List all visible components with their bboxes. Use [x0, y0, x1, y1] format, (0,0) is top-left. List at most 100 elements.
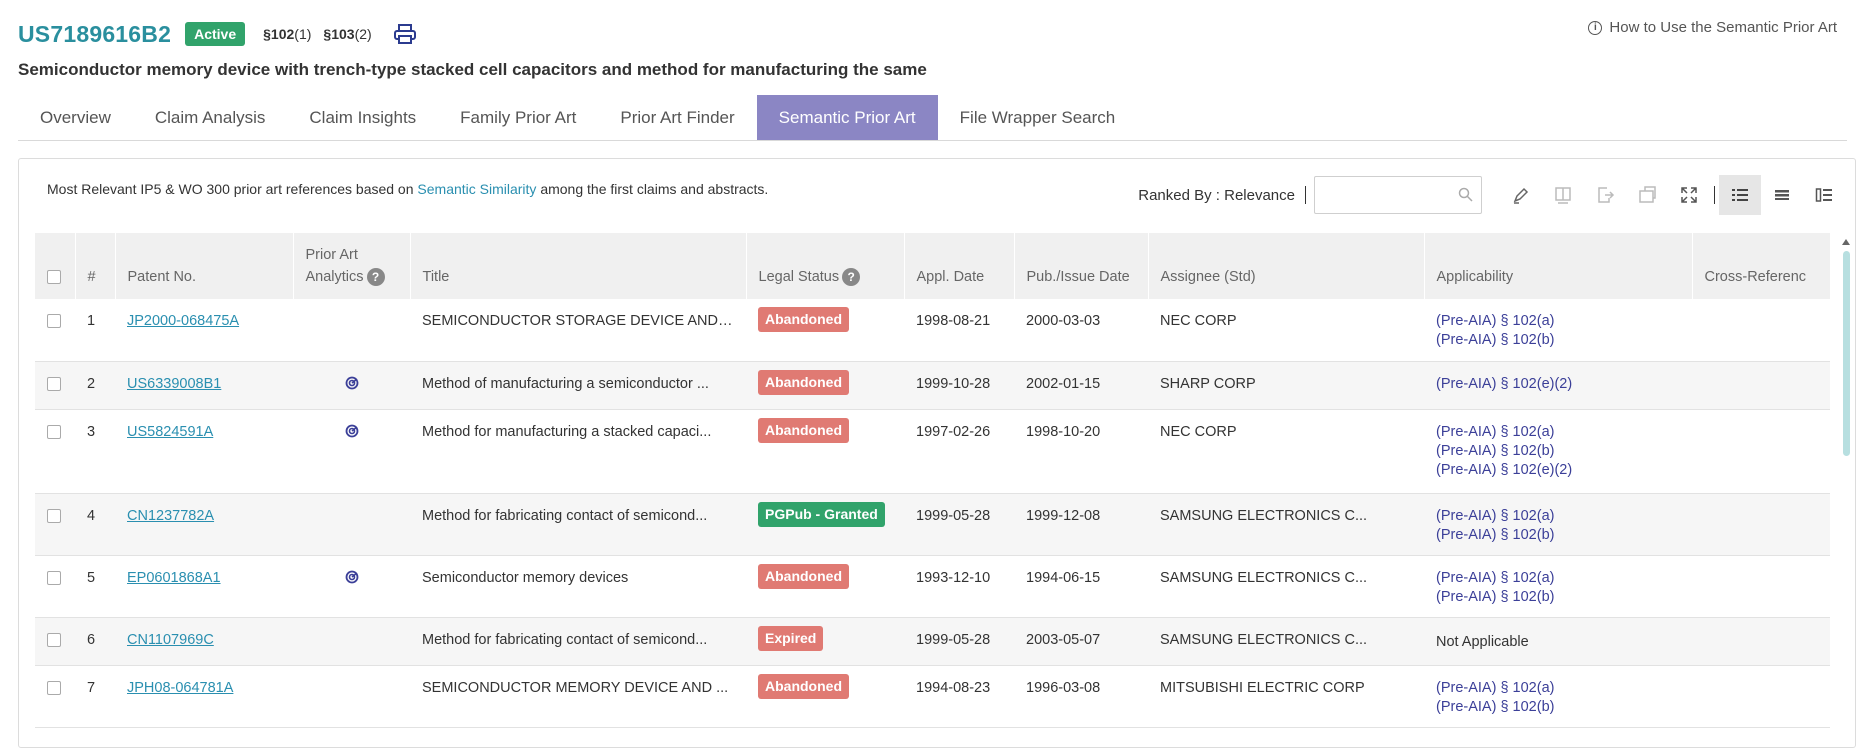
- cross-ref-cell: [1692, 299, 1830, 362]
- save-icon[interactable]: [1626, 175, 1668, 215]
- results-search-input[interactable]: [1321, 178, 1461, 212]
- patent-number-cell: CN1237782A: [115, 493, 293, 556]
- col-patent-no-header[interactable]: Patent No.: [115, 233, 294, 299]
- table-row[interactable]: 7 JPH08-064781A SEMICONDUCTOR MEMORY DEVIC…: [35, 665, 1830, 728]
- applicability-link[interactable]: (Pre-AIA) § 102(b): [1436, 526, 1680, 545]
- col-appl-date-header[interactable]: Appl. Date: [904, 233, 1015, 299]
- highlight-pen-icon[interactable]: [1500, 175, 1542, 215]
- title-cell[interactable]: Method for fabricating contact of semico…: [410, 617, 746, 666]
- applicability-link[interactable]: (Pre-AIA) § 102(a): [1436, 312, 1680, 331]
- legal-status-badge: Abandoned: [758, 307, 849, 332]
- table-row[interactable]: 3 US5824591A Method for manufacturing a st…: [35, 409, 1830, 494]
- export-icon[interactable]: [1584, 175, 1626, 215]
- tab-claim-insights[interactable]: Claim Insights: [287, 95, 438, 140]
- detail-view-icon[interactable]: [1803, 175, 1845, 215]
- analytics-cell: [293, 361, 410, 410]
- table-row[interactable]: 6 CN1107969C Method for fabricating contac…: [35, 617, 1830, 666]
- analytics-icon[interactable]: [345, 424, 359, 440]
- patent-number-link[interactable]: US5824591A: [127, 424, 213, 440]
- select-all-checkbox[interactable]: [47, 270, 61, 285]
- patent-number-link[interactable]: CN1237782A: [127, 508, 214, 524]
- applicability-link[interactable]: (Pre-AIA) § 102(a): [1436, 507, 1680, 526]
- search-icon[interactable]: [1458, 187, 1473, 207]
- tab-family-prior-art[interactable]: Family Prior Art: [438, 95, 598, 140]
- col-legal-status-header[interactable]: Legal Status?: [746, 233, 905, 299]
- analytics-header-line2: Analytics: [305, 269, 364, 285]
- expand-icon[interactable]: [1668, 175, 1710, 215]
- legal-status-cell: Abandoned: [746, 409, 904, 494]
- row-number: 2: [75, 361, 115, 410]
- title-cell[interactable]: Semiconductor memory devices: [410, 555, 746, 618]
- applicability-link[interactable]: (Pre-AIA) § 102(b): [1436, 698, 1680, 717]
- tab-semantic-prior-art[interactable]: Semantic Prior Art: [756, 95, 938, 140]
- row-checkbox[interactable]: [47, 680, 61, 695]
- assignee-cell: SAMSUNG ELECTRONICS C...: [1148, 493, 1424, 556]
- status-badge: Active: [185, 22, 246, 46]
- legal-status-badge: Abandoned: [758, 563, 849, 589]
- title-cell[interactable]: Method for fabricating contact of semico…: [410, 493, 746, 556]
- semantic-similarity-link[interactable]: Semantic Similarity: [417, 181, 536, 197]
- patent-number-link[interactable]: US6339008B1: [127, 376, 221, 392]
- analytics-icon[interactable]: [345, 570, 359, 586]
- legal-status-badge: Abandoned: [758, 369, 849, 395]
- compact-view-icon[interactable]: [1761, 175, 1803, 215]
- title-cell[interactable]: SEMICONDUCTOR MEMORY DEVICE AND ...: [410, 665, 746, 728]
- applicability-link[interactable]: (Pre-AIA) § 102(e)(2): [1436, 375, 1680, 394]
- title-cell[interactable]: SEMICONDUCTOR STORAGE DEVICE AND I...: [410, 299, 746, 362]
- applicability-cell: (Pre-AIA) § 102(a) (Pre-AIA) § 102(b) (Pre…: [1424, 409, 1692, 494]
- row-checkbox[interactable]: [47, 424, 61, 439]
- col-assignee-header[interactable]: Assignee (Std): [1148, 233, 1425, 299]
- tab-claim-analysis[interactable]: Claim Analysis: [133, 95, 288, 140]
- vertical-scrollbar-thumb[interactable]: [1843, 251, 1850, 456]
- tab-prior-art-finder[interactable]: Prior Art Finder: [598, 95, 756, 140]
- applicability-link[interactable]: (Pre-AIA) § 102(a): [1436, 679, 1680, 698]
- scroll-up-arrow[interactable]: [1842, 239, 1850, 245]
- analytics-cell: [293, 665, 410, 728]
- applicability-link[interactable]: (Pre-AIA) § 102(b): [1436, 588, 1680, 607]
- results-search-box: [1314, 176, 1482, 214]
- table-row[interactable]: 4 CN1237782A Method for fabricating contac…: [35, 493, 1830, 556]
- col-num-header: #: [75, 233, 116, 299]
- help-question-icon[interactable]: ?: [842, 268, 861, 287]
- row-checkbox[interactable]: [47, 570, 61, 585]
- patent-number-link[interactable]: JP2000-068475A: [127, 313, 239, 329]
- sec102-counter[interactable]: §102(1): [263, 26, 311, 42]
- row-number: 6: [75, 617, 115, 666]
- row-checkbox[interactable]: [47, 508, 61, 523]
- row-checkbox[interactable]: [47, 632, 61, 647]
- analytics-icon[interactable]: [345, 376, 359, 392]
- col-cross-ref-header[interactable]: Cross-Referenc: [1692, 233, 1830, 299]
- col-title-header[interactable]: Title: [410, 233, 747, 299]
- patent-number-link[interactable]: EP0601868A1: [127, 570, 221, 586]
- row-checkbox[interactable]: [47, 314, 61, 329]
- col-applicability-header[interactable]: Applicability: [1424, 233, 1693, 299]
- applicability-link[interactable]: (Pre-AIA) § 102(a): [1436, 423, 1680, 442]
- applicability-link[interactable]: (Pre-AIA) § 102(b): [1436, 331, 1680, 350]
- help-link[interactable]: i How to Use the Semantic Prior Art: [1588, 19, 1837, 36]
- patent-number-link[interactable]: JPH08-064781A: [127, 680, 233, 696]
- title-cell[interactable]: Method of manufacturing a semiconductor …: [410, 361, 746, 410]
- table-row[interactable]: 1 JP2000-068475A SEMICONDUCTOR STORAGE DEV…: [35, 299, 1830, 362]
- applicability-link[interactable]: (Pre-AIA) § 102(e)(2): [1436, 461, 1680, 480]
- printer-icon[interactable]: [393, 23, 416, 45]
- book-icon[interactable]: [1542, 175, 1584, 215]
- applicability-link[interactable]: (Pre-AIA) § 102(b): [1436, 442, 1680, 461]
- col-pub-date-header[interactable]: Pub./Issue Date: [1014, 233, 1149, 299]
- pub-date-cell: 1998-10-20: [1014, 409, 1148, 494]
- legal-status-badge: PGPub - Granted: [758, 501, 885, 527]
- row-checkbox[interactable]: [47, 376, 61, 391]
- ranked-by-selector[interactable]: Ranked By : Relevance: [1138, 187, 1295, 204]
- applicability-cell: (Pre-AIA) § 102(a) (Pre-AIA) § 102(b): [1424, 665, 1692, 728]
- list-view-icon[interactable]: [1719, 175, 1761, 215]
- help-question-icon[interactable]: ?: [366, 268, 385, 287]
- applicability-link[interactable]: (Pre-AIA) § 102(a): [1436, 569, 1680, 588]
- tab-file-wrapper-search[interactable]: File Wrapper Search: [938, 95, 1138, 140]
- appl-date-cell: 1994-08-23: [904, 665, 1014, 728]
- patent-number-link[interactable]: CN1107969C: [127, 632, 214, 648]
- table-row[interactable]: 5 EP0601868A1 Semiconductor memory devices…: [35, 555, 1830, 618]
- table-row[interactable]: 2 US6339008B1 Method of manufacturing a se…: [35, 361, 1830, 410]
- tab-overview[interactable]: Overview: [18, 95, 133, 140]
- title-cell[interactable]: Method for manufacturing a stacked capac…: [410, 409, 746, 494]
- sec103-counter[interactable]: §103(2): [323, 26, 371, 42]
- results-table-container: # Patent No. Prior Art Analytics? Title L…: [35, 233, 1830, 749]
